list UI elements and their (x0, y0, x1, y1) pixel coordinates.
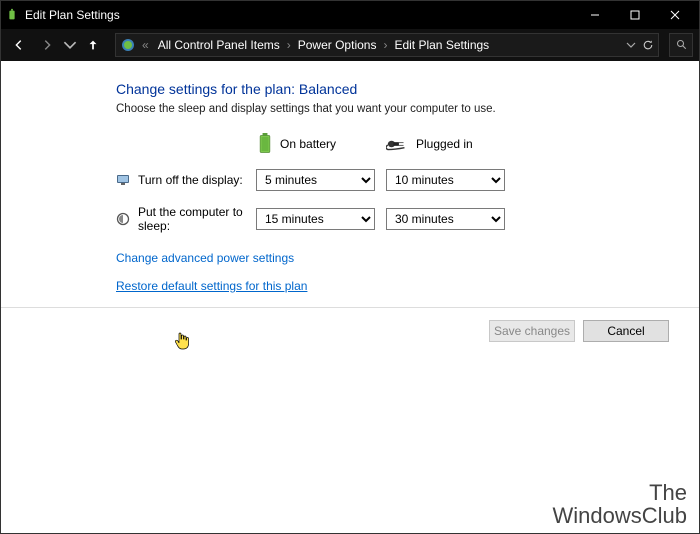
forward-button[interactable] (35, 33, 59, 57)
watermark: The WindowsClub (553, 481, 688, 527)
sleep-timeout-label: Put the computer to sleep: (138, 205, 256, 233)
on-battery-header: On battery (256, 133, 386, 155)
window-controls (575, 1, 695, 29)
chevron-right-icon: › (381, 38, 389, 52)
sleep-plugged-select[interactable]: 30 minutes (386, 208, 505, 230)
search-icon (676, 39, 688, 51)
display-timeout-row: Turn off the display: 5 minutes 10 minut… (116, 169, 679, 191)
refresh-icon[interactable] (642, 39, 654, 51)
plugged-in-header: Plugged in (386, 137, 516, 151)
display-timeout-label: Turn off the display: (138, 173, 243, 187)
up-button[interactable] (81, 33, 105, 57)
address-bar[interactable]: « All Control Panel Items › Power Option… (115, 33, 659, 57)
chevron-right-icon: › (285, 38, 293, 52)
sleep-timeout-label-group: Put the computer to sleep: (116, 205, 256, 233)
cancel-button[interactable]: Cancel (583, 320, 669, 342)
sleep-battery-select[interactable]: 15 minutes (256, 208, 375, 230)
breadcrumb-separator: « (140, 38, 151, 52)
on-battery-label: On battery (280, 137, 336, 151)
column-headers: On battery Plugged in (256, 133, 679, 155)
battery-icon (256, 133, 274, 155)
navbar: « All Control Panel Items › Power Option… (1, 29, 699, 61)
restore-defaults-link[interactable]: Restore default settings for this plan (116, 279, 679, 293)
button-bar: Save changes Cancel (1, 308, 699, 346)
plugged-in-label: Plugged in (416, 137, 473, 151)
advanced-settings-link[interactable]: Change advanced power settings (116, 251, 679, 265)
breadcrumb-item-edit-plan[interactable]: Edit Plan Settings (391, 36, 492, 54)
recent-dropdown-button[interactable] (63, 33, 77, 57)
search-box[interactable] (669, 33, 693, 57)
breadcrumb-item-control-panel[interactable]: All Control Panel Items (155, 36, 283, 54)
titlebar: Edit Plan Settings (1, 1, 699, 29)
page-subheading: Choose the sleep and display settings th… (116, 103, 679, 115)
links-area: Change advanced power settings Restore d… (116, 251, 679, 293)
maximize-button[interactable] (615, 1, 655, 29)
display-timeout-label-group: Turn off the display: (116, 173, 256, 187)
titlebar-left: Edit Plan Settings (5, 8, 120, 22)
power-plan-icon (5, 8, 19, 22)
breadcrumb-item-power-options[interactable]: Power Options (295, 36, 380, 54)
monitor-icon (116, 173, 130, 187)
display-battery-select[interactable]: 5 minutes (256, 169, 375, 191)
content-area: Change settings for the plan: Balanced C… (1, 61, 699, 293)
plug-icon (386, 137, 410, 151)
address-dropdown-icon[interactable] (626, 40, 636, 50)
sleep-timeout-row: Put the computer to sleep: 15 minutes 30… (116, 205, 679, 233)
display-plugged-select[interactable]: 10 minutes (386, 169, 505, 191)
title-text: Edit Plan Settings (25, 8, 120, 22)
save-button[interactable]: Save changes (489, 320, 575, 342)
watermark-line2: WindowsClub (553, 504, 688, 527)
breadcrumb: All Control Panel Items › Power Options … (155, 36, 622, 54)
minimize-button[interactable] (575, 1, 615, 29)
watermark-line1: The (553, 481, 688, 504)
control-panel-icon (120, 37, 136, 53)
sleep-icon (116, 212, 130, 226)
back-button[interactable] (7, 33, 31, 57)
address-bar-buttons (626, 39, 654, 51)
close-button[interactable] (655, 1, 695, 29)
page-heading: Change settings for the plan: Balanced (116, 81, 679, 97)
